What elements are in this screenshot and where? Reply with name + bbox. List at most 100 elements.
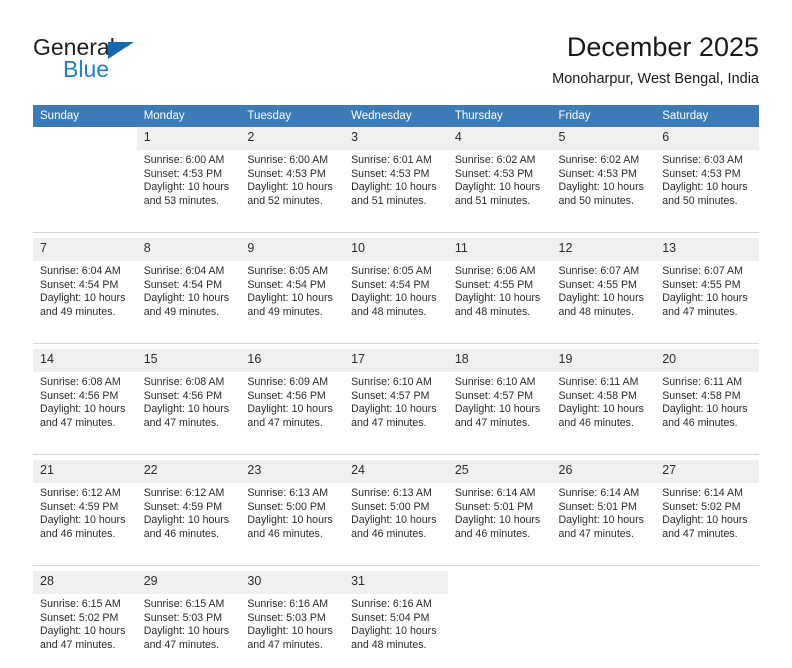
daylight-text: Daylight: 10 hours [247, 403, 333, 416]
day-cell[interactable]: Sunrise: 6:04 AM Sunset: 4:54 PM Daylight:… [136, 261, 241, 335]
day-number[interactable]: 18 [447, 349, 552, 372]
calendar-grid: Sunday Monday Tuesday Wednesday Thursday… [33, 105, 759, 668]
day-number[interactable]: 13 [655, 238, 759, 261]
day-cell[interactable]: Sunrise: 6:07 AM Sunset: 4:55 PM Daylight:… [551, 261, 656, 335]
daylight-text: and 47 minutes. [558, 527, 634, 540]
day-number[interactable]: 22 [136, 460, 241, 483]
daylight-text: and 49 minutes. [40, 305, 116, 318]
day-number[interactable]: 29 [136, 571, 241, 594]
day-cell[interactable]: Sunrise: 6:14 AM Sunset: 5:01 PM Daylight:… [447, 483, 552, 557]
day-number[interactable]: 25 [447, 460, 552, 483]
weekday-header-monday: Monday [136, 105, 241, 127]
day-number[interactable]: 6 [655, 127, 759, 150]
week-day-detail-row: Sunrise: 6:00 AM Sunset: 4:53 PM Daylight:… [33, 150, 759, 224]
day-number[interactable]: 12 [551, 238, 656, 261]
day-number[interactable]: 5 [551, 127, 656, 150]
day-cell[interactable]: Sunrise: 6:15 AM Sunset: 5:03 PM Daylight:… [136, 594, 241, 668]
day-cell[interactable]: Sunrise: 6:02 AM Sunset: 4:53 PM Daylight:… [551, 150, 656, 224]
daylight-text: Daylight: 10 hours [558, 514, 644, 527]
sunset-text: Sunset: 5:02 PM [662, 500, 741, 513]
day-number[interactable]: 31 [344, 571, 448, 594]
day-cell[interactable]: Sunrise: 6:15 AM Sunset: 5:02 PM Daylight:… [33, 594, 137, 668]
day-cell[interactable]: Sunrise: 6:00 AM Sunset: 4:53 PM Daylight:… [240, 150, 345, 224]
day-cell[interactable]: Sunrise: 6:12 AM Sunset: 4:59 PM Daylight:… [136, 483, 241, 557]
sunset-text: Sunset: 4:59 PM [143, 500, 223, 513]
day-number[interactable]: 11 [447, 238, 552, 261]
sunset-text: Sunset: 4:53 PM [143, 167, 223, 180]
sunset-text: Sunset: 5:02 PM [40, 611, 119, 624]
day-number[interactable]: 23 [240, 460, 345, 483]
day-number[interactable]: 24 [344, 460, 448, 483]
day-cell[interactable]: Sunrise: 6:06 AM Sunset: 4:55 PM Daylight:… [447, 261, 552, 335]
daylight-text: and 48 minutes. [351, 638, 427, 651]
day-cell[interactable]: Sunrise: 6:11 AM Sunset: 4:58 PM Daylight:… [551, 372, 656, 446]
day-cell[interactable]: Sunrise: 6:11 AM Sunset: 4:58 PM Daylight:… [655, 372, 759, 446]
day-number[interactable]: 20 [655, 349, 759, 372]
day-number[interactable]: 2 [240, 127, 345, 150]
day-cell[interactable]: Sunrise: 6:04 AM Sunset: 4:54 PM Daylight:… [33, 261, 137, 335]
week-separator [33, 224, 759, 233]
day-cell[interactable]: Sunrise: 6:07 AM Sunset: 4:55 PM Daylight:… [655, 261, 759, 335]
day-cell[interactable]: Sunrise: 6:13 AM Sunset: 5:00 PM Daylight:… [240, 483, 345, 557]
day-number[interactable]: 8 [136, 238, 241, 261]
sunrise-text: Sunrise: 6:10 AM [454, 376, 536, 388]
day-cell[interactable]: Sunrise: 6:14 AM Sunset: 5:01 PM Daylight:… [551, 483, 656, 557]
general-blue-logo[interactable]: General Blue [33, 34, 233, 94]
day-cell[interactable]: Sunrise: 6:13 AM Sunset: 5:00 PM Daylight:… [344, 483, 448, 557]
day-number[interactable]: 15 [136, 349, 241, 372]
sunrise-text: Sunrise: 6:14 AM [454, 487, 536, 499]
daylight-text: Daylight: 10 hours [351, 403, 437, 416]
day-number[interactable]: 17 [344, 349, 448, 372]
day-number[interactable]: 10 [344, 238, 448, 261]
day-cell[interactable]: Sunrise: 6:14 AM Sunset: 5:02 PM Daylight:… [655, 483, 759, 557]
daylight-text: Daylight: 10 hours [558, 292, 644, 305]
day-number[interactable]: 16 [240, 349, 345, 372]
week-separator-line [33, 446, 759, 455]
daylight-text: Daylight: 10 hours [454, 514, 541, 527]
day-cell[interactable]: Sunrise: 6:05 AM Sunset: 4:54 PM Daylight:… [240, 261, 345, 335]
day-number[interactable]: 26 [551, 460, 656, 483]
sunrise-text: Sunrise: 6:08 AM [40, 376, 121, 388]
day-cell[interactable]: Sunrise: 6:16 AM Sunset: 5:04 PM Daylight:… [344, 594, 448, 668]
week-separator-line [33, 335, 759, 344]
empty-day-number [655, 571, 759, 594]
day-number[interactable]: 21 [33, 460, 137, 483]
day-number[interactable]: 28 [33, 571, 137, 594]
day-cell[interactable]: Sunrise: 6:03 AM Sunset: 4:53 PM Daylight:… [655, 150, 759, 224]
day-number[interactable]: 4 [447, 127, 552, 150]
day-number[interactable]: 27 [655, 460, 759, 483]
sunrise-text: Sunrise: 6:16 AM [247, 598, 329, 610]
day-number[interactable]: 30 [240, 571, 345, 594]
sunset-text: Sunset: 4:53 PM [351, 167, 430, 180]
day-cell[interactable]: Sunrise: 6:00 AM Sunset: 4:53 PM Daylight:… [136, 150, 241, 224]
day-cell[interactable]: Sunrise: 6:05 AM Sunset: 4:54 PM Daylight:… [344, 261, 448, 335]
day-cell[interactable]: Sunrise: 6:10 AM Sunset: 4:57 PM Daylight:… [344, 372, 448, 446]
daylight-text: Daylight: 10 hours [351, 181, 437, 194]
day-cell[interactable]: Sunrise: 6:16 AM Sunset: 5:03 PM Daylight:… [240, 594, 345, 668]
day-cell[interactable]: Sunrise: 6:08 AM Sunset: 4:56 PM Daylight:… [136, 372, 241, 446]
daylight-text: and 52 minutes. [247, 194, 323, 207]
weekday-header-sunday: Sunday [33, 105, 137, 127]
daylight-text: and 47 minutes. [662, 527, 738, 540]
sunrise-text: Sunrise: 6:05 AM [247, 265, 329, 277]
sunrise-text: Sunrise: 6:13 AM [351, 487, 432, 499]
day-number[interactable]: 19 [551, 349, 656, 372]
weekday-header-saturday: Saturday [655, 105, 759, 127]
daylight-text: Daylight: 10 hours [143, 292, 230, 305]
weekday-header-thursday: Thursday [447, 105, 552, 127]
day-cell[interactable]: Sunrise: 6:01 AM Sunset: 4:53 PM Daylight:… [344, 150, 448, 224]
day-number[interactable]: 7 [33, 238, 137, 261]
daylight-text: Daylight: 10 hours [143, 181, 230, 194]
day-number[interactable]: 3 [344, 127, 448, 150]
daylight-text: and 46 minutes. [247, 527, 323, 540]
day-number[interactable]: 9 [240, 238, 345, 261]
day-cell[interactable]: Sunrise: 6:12 AM Sunset: 4:59 PM Daylight:… [33, 483, 137, 557]
day-cell[interactable]: Sunrise: 6:10 AM Sunset: 4:57 PM Daylight:… [447, 372, 552, 446]
daylight-text: Daylight: 10 hours [454, 181, 541, 194]
day-cell[interactable]: Sunrise: 6:09 AM Sunset: 4:56 PM Daylight:… [240, 372, 345, 446]
day-cell[interactable]: Sunrise: 6:08 AM Sunset: 4:56 PM Daylight:… [33, 372, 137, 446]
day-number[interactable]: 14 [33, 349, 137, 372]
day-number[interactable]: 1 [136, 127, 241, 150]
day-cell[interactable]: Sunrise: 6:02 AM Sunset: 4:53 PM Daylight:… [447, 150, 552, 224]
sunset-text: Sunset: 4:56 PM [40, 389, 119, 402]
